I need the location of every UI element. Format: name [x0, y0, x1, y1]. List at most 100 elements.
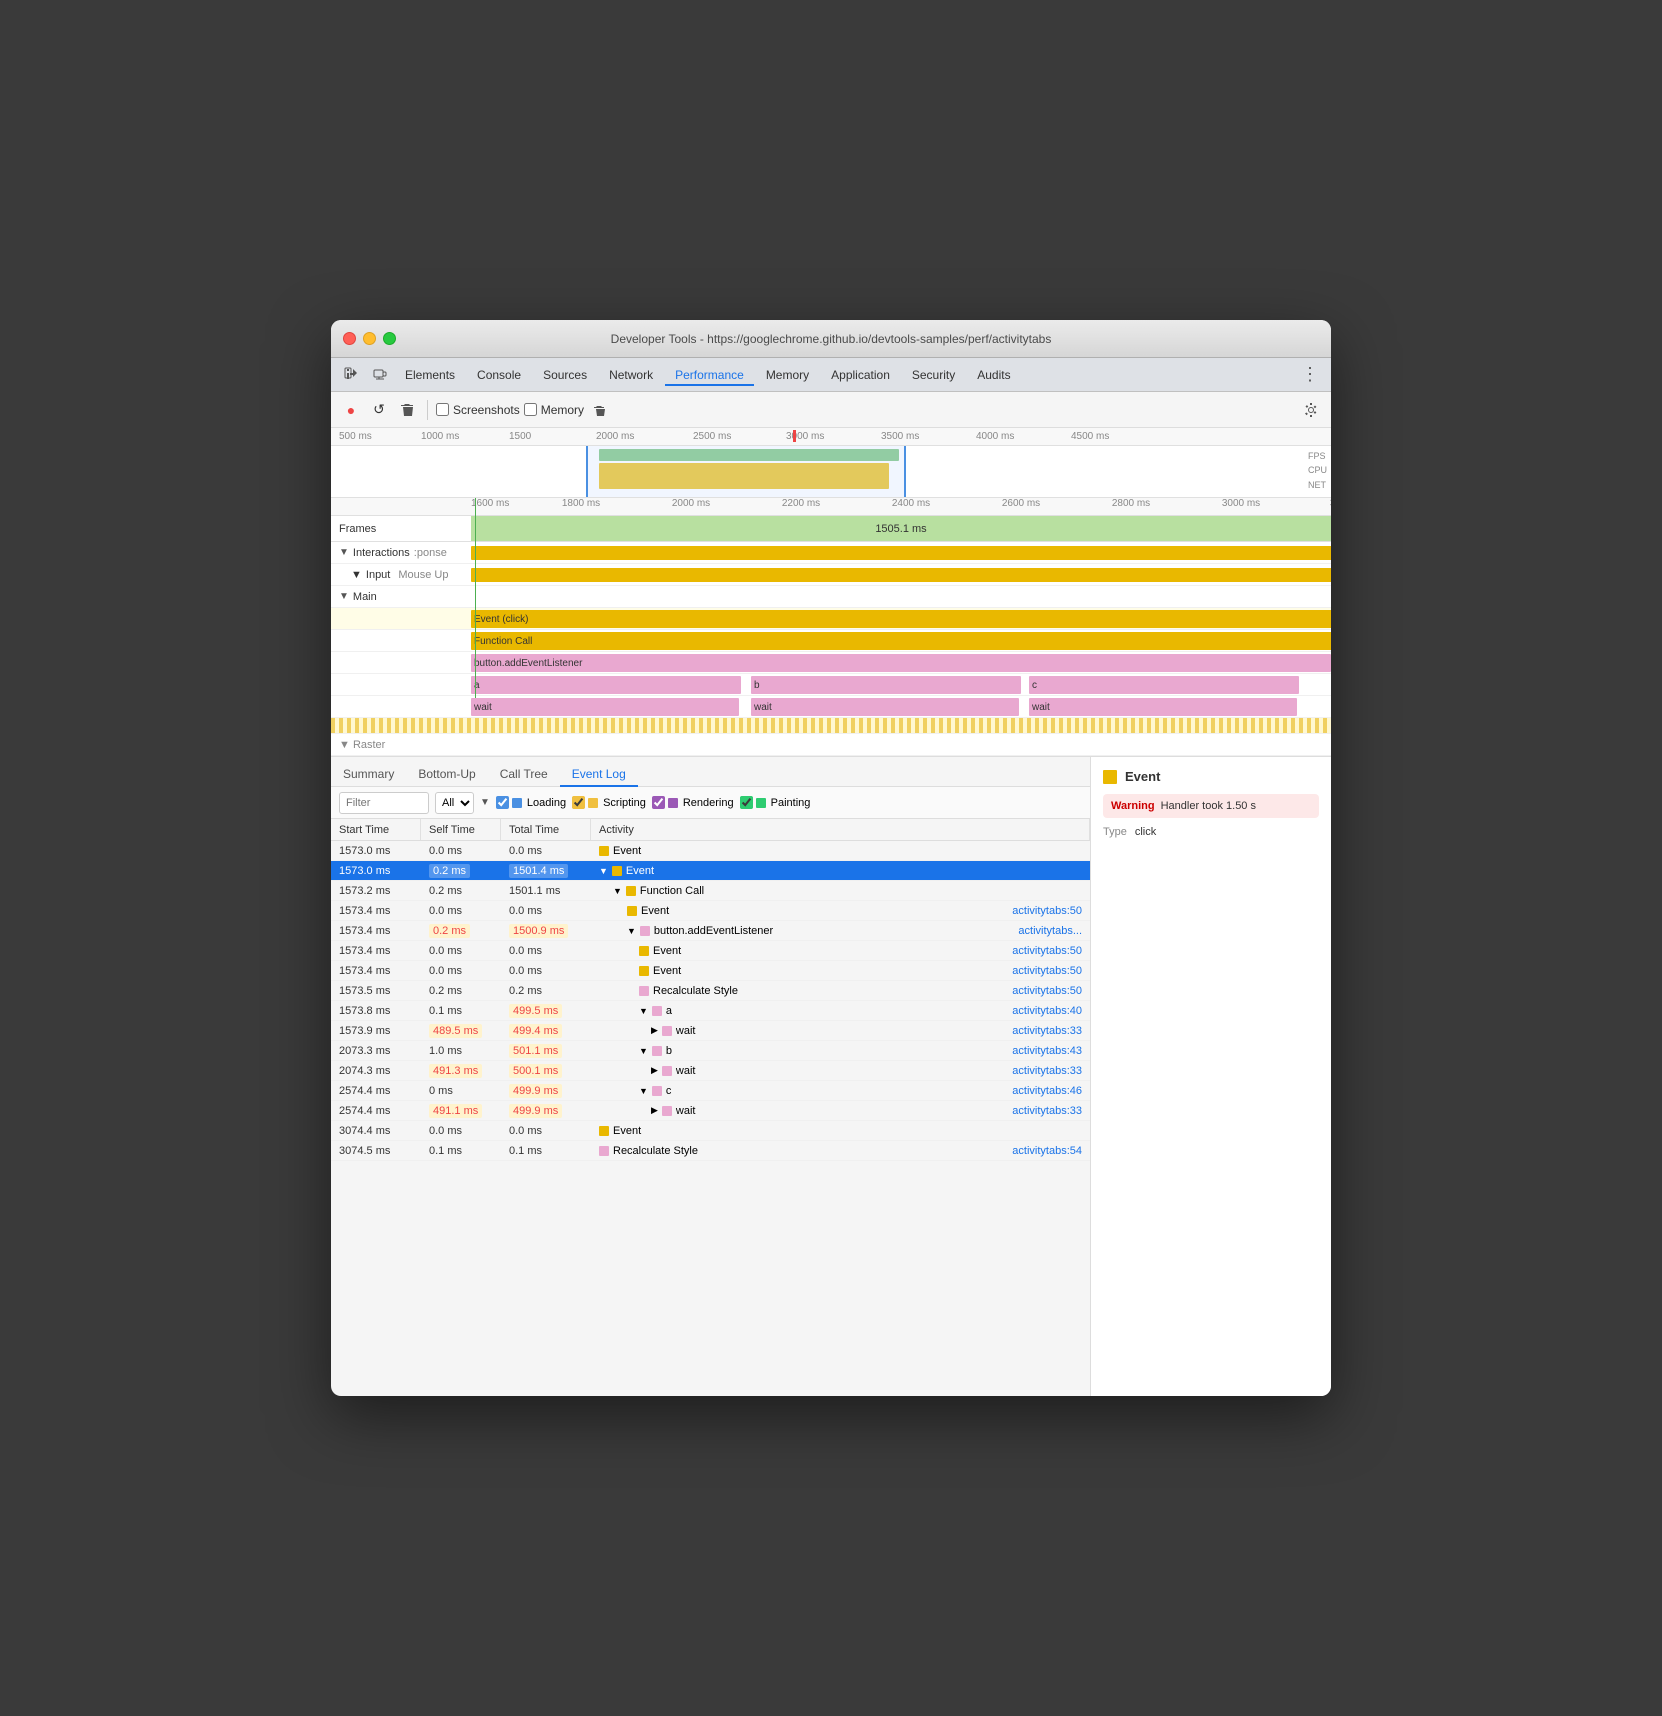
frames-label: Frames [331, 523, 471, 535]
minimize-button[interactable] [363, 332, 376, 345]
record-button[interactable]: ● [339, 398, 363, 422]
tab-bottom-up[interactable]: Bottom-Up [406, 763, 487, 787]
tab-application[interactable]: Application [821, 364, 900, 386]
table-row[interactable]: 2074.3 ms 491.3 ms 500.1 ms ▶ wait activ… [331, 1061, 1090, 1081]
tab-security[interactable]: Security [902, 364, 965, 386]
tab-performance[interactable]: Performance [665, 364, 754, 386]
td-start: 1573.4 ms [331, 921, 421, 940]
td-total: 0.1 ms [501, 1141, 591, 1160]
td-activity: Recalculate Style activitytabs:50 [591, 981, 1090, 1000]
reload-button[interactable]: ↺ [367, 398, 391, 422]
input-track [471, 564, 1331, 585]
td-total: 499.9 ms [501, 1081, 591, 1100]
clear-button[interactable] [395, 398, 419, 422]
memory-checkbox[interactable]: Memory [524, 403, 584, 417]
td-start: 2574.4 ms [331, 1081, 421, 1100]
tab-summary[interactable]: Summary [331, 763, 406, 787]
activity-icon-yellow [627, 906, 637, 916]
side-panel: Event Warning Handler took 1.50 s Type c… [1091, 757, 1331, 1396]
table-row[interactable]: 1573.5 ms 0.2 ms 0.2 ms Recalculate Styl… [331, 981, 1090, 1001]
selection-overlay[interactable] [586, 446, 906, 498]
activity-icon-yellow [599, 846, 609, 856]
main-triangle[interactable]: ▼ [339, 591, 349, 602]
tab-sources[interactable]: Sources [533, 364, 597, 386]
filter-select[interactable]: All [435, 792, 474, 814]
wait-b-block[interactable]: wait [751, 698, 1019, 716]
close-button[interactable] [343, 332, 356, 345]
interactions-triangle[interactable]: ▼ [339, 547, 349, 558]
tab-audits[interactable]: Audits [967, 364, 1020, 386]
table-row[interactable]: 3074.4 ms 0.0 ms 0.0 ms Event [331, 1121, 1090, 1141]
settings-icon[interactable] [1299, 398, 1323, 422]
td-total: 1501.4 ms [501, 861, 591, 880]
tab-memory[interactable]: Memory [756, 364, 819, 386]
td-link-wait-c[interactable]: activitytabs:33 [1012, 1105, 1082, 1117]
scripting-checkbox[interactable]: Scripting [572, 796, 646, 809]
wait-c-block[interactable]: wait [1029, 698, 1297, 716]
table-row[interactable]: 1573.4 ms 0.0 ms 0.0 ms Event activityta… [331, 961, 1090, 981]
tab-call-tree[interactable]: Call Tree [488, 763, 560, 787]
td-link-activitytabs[interactable]: activitytabs... [1018, 925, 1082, 937]
filter-input[interactable] [339, 792, 429, 814]
activity-icon-pink [599, 1146, 609, 1156]
tab-network[interactable]: Network [599, 364, 663, 386]
ruler-mark-4000: 4000 ms [976, 431, 1014, 442]
table-header: Start Time Self Time Total Time Activity [331, 819, 1090, 841]
activity-icon-yellow [599, 1126, 609, 1136]
tab-event-log[interactable]: Event Log [560, 763, 638, 787]
table-row[interactable]: 2574.4 ms 0 ms 499.9 ms ▼ c activitytabs… [331, 1081, 1090, 1101]
screenshots-checkbox[interactable]: Screenshots [436, 403, 520, 417]
painting-checkbox[interactable]: Painting [740, 796, 811, 809]
td-link-activitytabs50-2[interactable]: activitytabs:50 [1012, 945, 1082, 957]
td-link-a[interactable]: activitytabs:40 [1012, 1005, 1082, 1017]
table-row[interactable]: 1573.9 ms 489.5 ms 499.4 ms ▶ wait activ… [331, 1021, 1090, 1041]
td-link-wait-b[interactable]: activitytabs:33 [1012, 1065, 1082, 1077]
event-click-block[interactable]: Event (click) [471, 610, 1331, 628]
td-link-activitytabs50-3[interactable]: activitytabs:50 [1012, 965, 1082, 977]
table-row[interactable]: 1573.4 ms 0.2 ms 1500.9 ms ▼ button.addE… [331, 921, 1090, 941]
table-row[interactable]: 1573.4 ms 0.0 ms 0.0 ms Event activityta… [331, 901, 1090, 921]
activity-icon-pink [652, 1086, 662, 1096]
table-row[interactable]: 1573.0 ms 0.0 ms 0.0 ms Event [331, 841, 1090, 861]
loading-checkbox[interactable]: Loading [496, 796, 566, 809]
tmark-3200: 3200 [1330, 498, 1331, 509]
interactions-value: :ponse [414, 547, 447, 559]
table-row[interactable]: 2574.4 ms 491.1 ms 499.9 ms ▶ wait activ… [331, 1101, 1090, 1121]
traffic-lights [343, 332, 396, 345]
more-tabs-icon[interactable]: ⋮ [1297, 364, 1323, 385]
devtools-window: Developer Tools - https://googlechrome.g… [331, 320, 1331, 1396]
tab-elements[interactable]: Elements [395, 364, 465, 386]
td-link-recalc54[interactable]: activitytabs:54 [1012, 1145, 1082, 1157]
tab-console[interactable]: Console [467, 364, 531, 386]
rendering-checkbox[interactable]: Rendering [652, 796, 734, 809]
performance-toolbar: ● ↺ Screenshots Memory [331, 392, 1331, 428]
table-row[interactable]: 2073.3 ms 1.0 ms 501.1 ms ▼ b activityta… [331, 1041, 1090, 1061]
clear-recordings-button[interactable] [588, 398, 612, 422]
td-link-wait-a[interactable]: activitytabs:33 [1012, 1025, 1082, 1037]
wait-a-block[interactable]: wait [471, 698, 739, 716]
table-row[interactable]: 1573.8 ms 0.1 ms 499.5 ms ▼ a activityta… [331, 1001, 1090, 1021]
ruler-mark-3500: 3500 ms [881, 431, 919, 442]
td-link-recalc[interactable]: activitytabs:50 [1012, 985, 1082, 997]
add-event-listener-block[interactable]: button.addEventListener [471, 654, 1331, 672]
td-link-c[interactable]: activitytabs:46 [1012, 1085, 1082, 1097]
device-icon[interactable] [367, 362, 393, 388]
interactions-row: ▼ Interactions :ponse [331, 542, 1331, 564]
td-start: 1573.0 ms [331, 861, 421, 880]
td-self: 0.0 ms [421, 841, 501, 860]
td-link-activitytabs50[interactable]: activitytabs:50 [1012, 905, 1082, 917]
td-link-b[interactable]: activitytabs:43 [1012, 1045, 1082, 1057]
table-row[interactable]: 3074.5 ms 0.1 ms 0.1 ms Recalculate Styl… [331, 1141, 1090, 1161]
tmark-2200: 2200 ms [782, 498, 820, 509]
maximize-button[interactable] [383, 332, 396, 345]
main-timeline: 1600 ms 1800 ms 2000 ms 2200 ms 2400 ms … [331, 498, 1331, 756]
b-block[interactable]: b [751, 676, 1021, 694]
table-row[interactable]: 1573.2 ms 0.2 ms 1501.1 ms ▼ Function Ca… [331, 881, 1090, 901]
function-call-block[interactable]: Function Call [471, 632, 1331, 650]
table-row-selected[interactable]: 1573.0 ms 0.2 ms 1501.4 ms ▼ Event [331, 861, 1090, 881]
table-row[interactable]: 1573.4 ms 0.0 ms 0.0 ms Event activityta… [331, 941, 1090, 961]
a-block[interactable]: a [471, 676, 741, 694]
ruler-mark-2000: 2000 ms [596, 431, 634, 442]
c-block[interactable]: c [1029, 676, 1299, 694]
inspect-icon[interactable] [339, 362, 365, 388]
